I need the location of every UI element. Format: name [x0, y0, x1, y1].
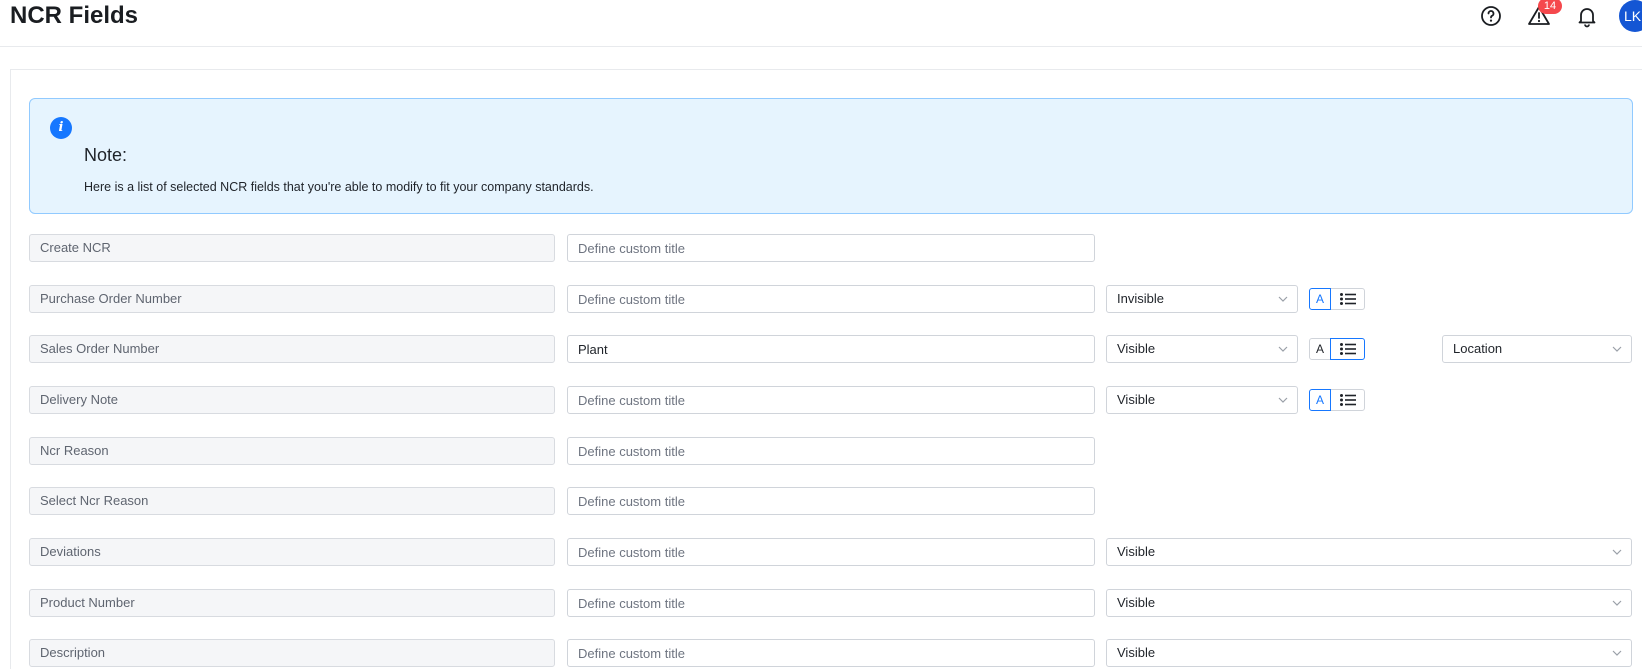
custom-title-input[interactable] — [567, 538, 1095, 566]
field-name: Product Number — [29, 589, 555, 617]
input-mode-toggle: A — [1309, 389, 1366, 411]
field-row: Delivery Note Visible A — [29, 386, 1629, 414]
visibility-select[interactable]: Invisible — [1106, 285, 1298, 313]
note-text: Here is a list of selected NCR fields th… — [84, 180, 594, 194]
visibility-select[interactable]: Visible — [1106, 386, 1298, 414]
chevron-down-icon — [1278, 397, 1288, 403]
chevron-down-icon — [1612, 650, 1622, 656]
avatar[interactable]: LK — [1619, 0, 1642, 32]
top-bar: NCR Fields 14 LK — [0, 0, 1642, 47]
visibility-select[interactable]: Visible — [1106, 589, 1632, 617]
field-row: Description Visible — [29, 639, 1632, 667]
visibility-select[interactable]: Visible — [1106, 538, 1632, 566]
field-name: Ncr Reason — [29, 437, 555, 465]
page-title: NCR Fields — [10, 2, 139, 29]
list-icon — [1340, 394, 1356, 406]
field-row: Sales Order Number Visible A Location — [29, 335, 1632, 363]
custom-title-input[interactable] — [567, 386, 1095, 414]
field-row: Product Number Visible — [29, 589, 1632, 617]
info-icon: i — [50, 117, 72, 139]
list-mode-button[interactable] — [1330, 288, 1365, 310]
bell-icon[interactable] — [1575, 4, 1599, 28]
visibility-value: Visible — [1117, 544, 1156, 559]
input-mode-toggle: A — [1309, 288, 1366, 310]
text-mode-button[interactable]: A — [1309, 288, 1331, 310]
field-row: Deviations Visible — [29, 538, 1632, 566]
text-mode-button[interactable]: A — [1309, 389, 1331, 411]
field-name: Purchase Order Number — [29, 285, 555, 313]
chevron-down-icon — [1612, 346, 1622, 352]
help-icon[interactable] — [1479, 4, 1503, 28]
list-mode-button[interactable] — [1330, 389, 1365, 411]
list-mode-button[interactable] — [1330, 338, 1365, 360]
text-mode-button[interactable]: A — [1309, 338, 1331, 360]
field-name: Deviations — [29, 538, 555, 566]
list-source-value: Location — [1453, 341, 1503, 356]
visibility-value: Invisible — [1117, 291, 1164, 306]
visibility-value: Visible — [1117, 341, 1156, 356]
custom-title-input[interactable] — [567, 234, 1095, 262]
visibility-value: Visible — [1117, 392, 1156, 407]
input-mode-toggle: A — [1309, 338, 1366, 360]
custom-title-input[interactable] — [567, 487, 1095, 515]
field-name: Delivery Note — [29, 386, 555, 414]
field-row: Ncr Reason — [29, 437, 1629, 465]
field-row: Select Ncr Reason — [29, 487, 1629, 515]
list-icon — [1340, 293, 1356, 305]
list-icon — [1340, 343, 1356, 355]
field-row: Purchase Order Number Invisible A — [29, 285, 1629, 313]
custom-title-input[interactable] — [567, 437, 1095, 465]
chevron-down-icon — [1612, 549, 1622, 555]
field-name: Select Ncr Reason — [29, 487, 555, 515]
field-name: Create NCR — [29, 234, 555, 262]
custom-title-input[interactable] — [567, 335, 1095, 363]
chevron-down-icon — [1278, 346, 1288, 352]
visibility-value: Visible — [1117, 645, 1156, 660]
chevron-down-icon — [1278, 296, 1288, 302]
list-source-select[interactable]: Location — [1442, 335, 1632, 363]
chevron-down-icon — [1612, 600, 1622, 606]
field-row: Create NCR — [29, 234, 1629, 262]
field-name: Sales Order Number — [29, 335, 555, 363]
custom-title-input[interactable] — [567, 589, 1095, 617]
visibility-value: Visible — [1117, 595, 1156, 610]
note-title: Note: — [84, 145, 128, 165]
custom-title-input[interactable] — [567, 639, 1095, 667]
note-banner: i Note: Here is a list of selected NCR f… — [29, 98, 1633, 214]
visibility-select[interactable]: Visible — [1106, 335, 1298, 363]
visibility-select[interactable]: Visible — [1106, 639, 1632, 667]
custom-title-input[interactable] — [567, 285, 1095, 313]
field-name: Description — [29, 639, 555, 667]
warning-count-badge: 14 — [1538, 0, 1562, 14]
